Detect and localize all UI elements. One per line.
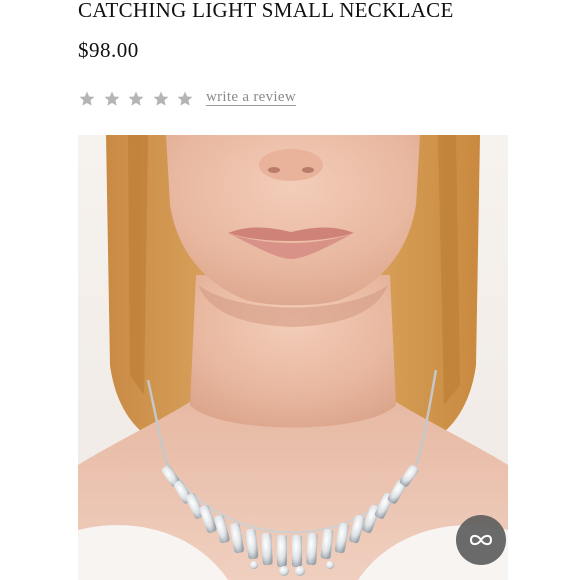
infinity-button[interactable]	[456, 515, 506, 565]
model-necklace-illustration	[78, 135, 508, 580]
star-icon[interactable]	[176, 90, 194, 108]
infinity-icon	[469, 534, 493, 546]
write-review-link[interactable]: write a review	[206, 89, 296, 106]
star-icon[interactable]	[127, 90, 145, 108]
product-photo	[78, 135, 508, 580]
star-rating[interactable]	[78, 89, 201, 109]
product-price: $98.00	[78, 38, 139, 62]
product-title: CATCHING LIGHT SMALL NECKLACE	[78, 0, 454, 22]
star-icon[interactable]	[152, 90, 170, 108]
star-icon[interactable]	[103, 90, 121, 108]
star-icon[interactable]	[78, 90, 96, 108]
